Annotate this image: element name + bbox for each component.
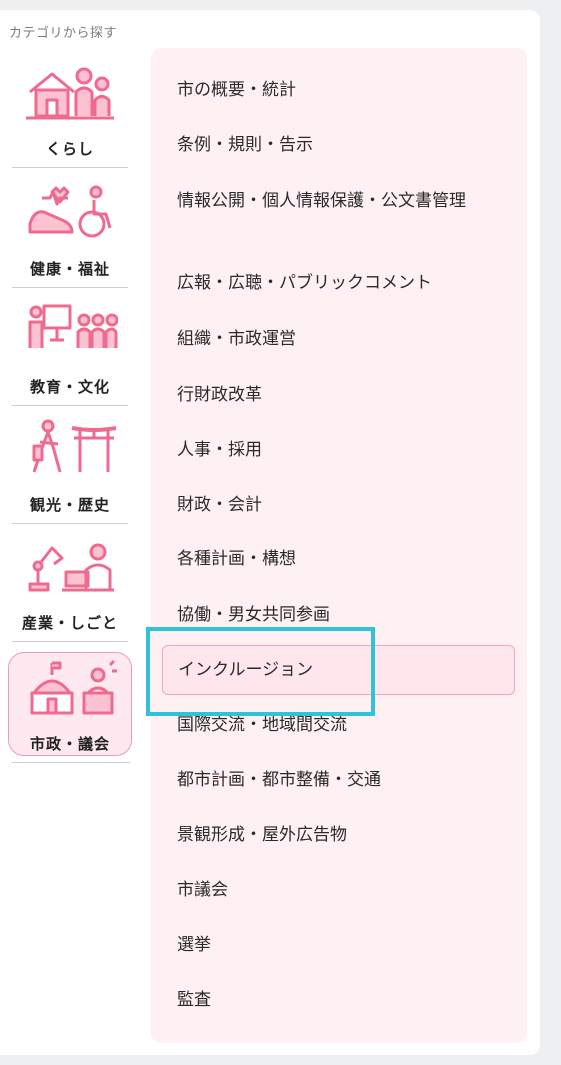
panel-title: カテゴリから探す: [9, 26, 118, 41]
category-label: 観光・歴史: [29, 496, 110, 514]
divider: [12, 167, 128, 168]
subcategory-item[interactable]: 都市計画・都市整備・交通: [177, 767, 507, 794]
subcategory-item[interactable]: 財政・会計: [177, 492, 507, 519]
category-kurashi[interactable]: くらし: [8, 50, 132, 168]
subcategory-item[interactable]: 選挙: [177, 932, 507, 959]
health-welfare-icon: [22, 182, 118, 240]
category-label: 産業・しごと: [21, 614, 118, 632]
category-label: 健康・福祉: [29, 260, 110, 278]
category-label: くらし: [45, 140, 94, 158]
city-hall-icon: [22, 659, 118, 717]
subcategory-item[interactable]: 組織・市政運営: [177, 326, 507, 353]
subcategory-item[interactable]: 景観形成・屋外広告物: [177, 822, 507, 849]
subcategory-item[interactable]: 各種計画・構想: [177, 546, 507, 573]
subcategory-item[interactable]: 監査: [177, 987, 507, 1014]
divider: [12, 641, 128, 642]
subcategory-item[interactable]: 協働・男女共同参画: [177, 602, 507, 629]
subcategory-item[interactable]: 市の概要・統計: [177, 77, 507, 104]
subcategory-item[interactable]: 情報公開・個人情報保護・公文書管理: [177, 188, 507, 215]
category-tourism-history[interactable]: 観光・歴史: [8, 406, 132, 524]
industry-work-icon: [22, 536, 118, 594]
subcategory-item[interactable]: 国際交流・地域間交流: [177, 712, 507, 739]
subcategory-item[interactable]: 条例・規則・告示: [177, 132, 507, 159]
category-education-culture[interactable]: 教育・文化: [8, 288, 132, 406]
subcategory-item[interactable]: 人事・採用: [177, 437, 507, 464]
subcategory-item[interactable]: 行財政改革: [177, 382, 507, 409]
education-icon: [22, 300, 119, 358]
divider: [12, 762, 130, 763]
category-health-welfare[interactable]: 健康・福祉: [8, 170, 132, 288]
category-label: 教育・文化: [29, 378, 110, 396]
subcategory-list: 市の概要・統計 条例・規則・告示 情報公開・個人情報保護・公文書管理 広報・広聴…: [151, 48, 527, 1043]
family-house-icon: [22, 62, 118, 120]
category-city-council[interactable]: 市政・議会: [8, 652, 132, 756]
category-label: 市政・議会: [29, 735, 110, 753]
subcategory-item[interactable]: 市議会: [177, 877, 507, 904]
category-industry-work[interactable]: 産業・しごと: [8, 524, 132, 642]
subcategory-item[interactable]: 広報・広聴・パブリックコメント: [177, 270, 507, 297]
tourism-torii-icon: [22, 418, 118, 476]
focus-highlight-box: [146, 627, 375, 716]
